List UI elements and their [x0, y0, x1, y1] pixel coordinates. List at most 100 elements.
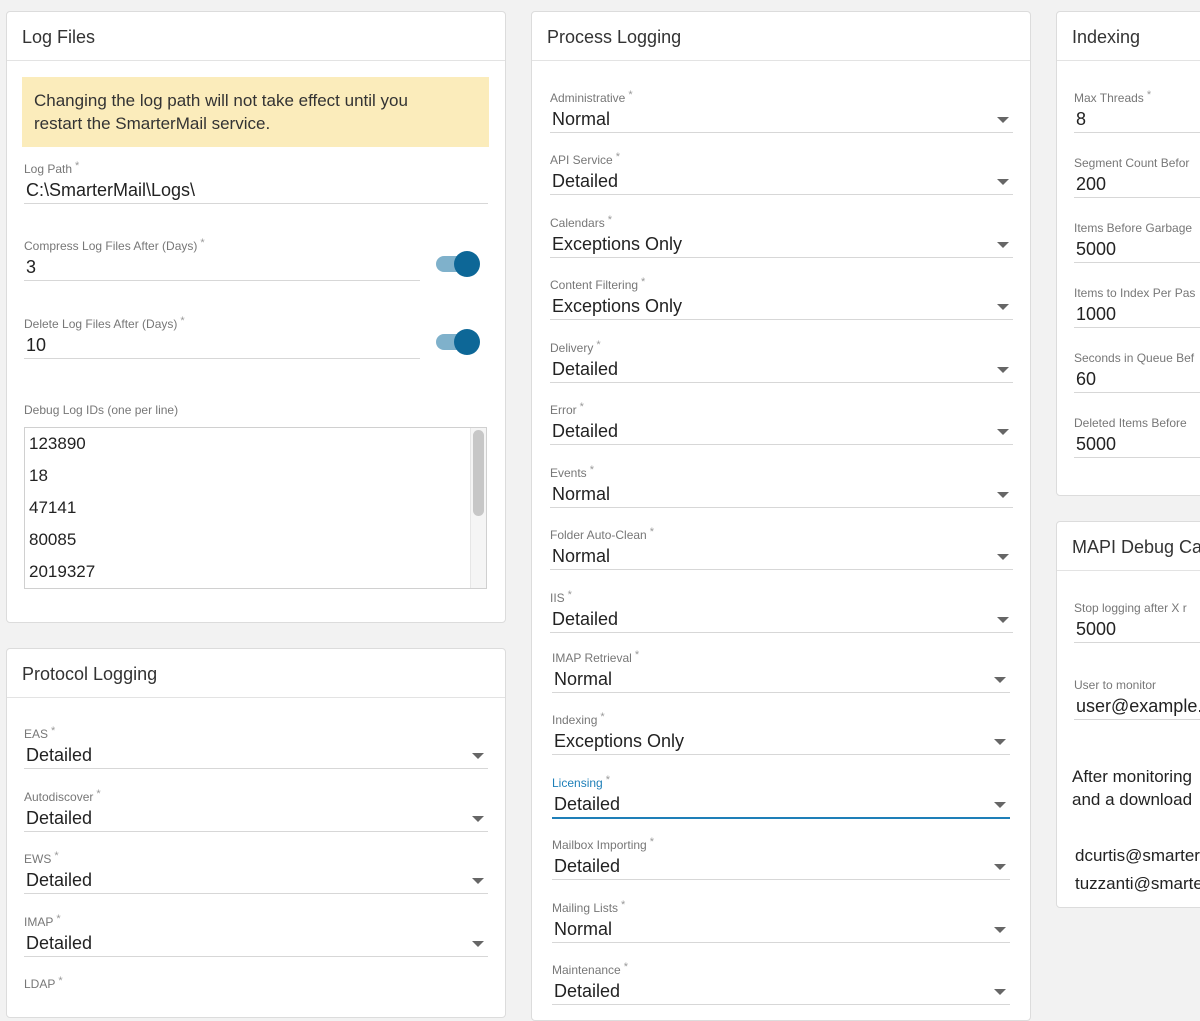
imap-select[interactable]: IMAP * Detailed — [24, 913, 488, 957]
max-threads-field[interactable]: Max Threads * 8 — [1074, 89, 1200, 133]
mailbox-importing-label: Mailbox Importing * — [552, 836, 654, 852]
seconds-in-queue-field[interactable]: Seconds in Queue Bef 60 — [1074, 350, 1200, 393]
delivery-label: Delivery * — [550, 339, 601, 355]
content-filtering-select[interactable]: Content Filtering * Exceptions Only — [550, 276, 1013, 320]
ews-select[interactable]: EWS * Detailed — [24, 850, 488, 894]
indexing-select[interactable]: Indexing * Exceptions Only — [552, 711, 1010, 755]
segment-count-field[interactable]: Segment Count Befor 200 — [1074, 155, 1200, 198]
mailing-lists-select[interactable]: Mailing Lists * Normal — [552, 899, 1010, 943]
items-per-pass-label: Items to Index Per Pas — [1074, 286, 1196, 300]
events-select[interactable]: Events * Normal — [550, 464, 1013, 508]
process-logging-title: Process Logging — [532, 12, 1030, 61]
licensing-label: Licensing * — [552, 774, 610, 790]
error-value[interactable]: Detailed — [550, 418, 1013, 445]
delete-days-input[interactable]: 10 — [24, 332, 420, 359]
administrative-label: Administrative * — [550, 89, 633, 105]
iis-label: IIS * — [550, 589, 572, 605]
list-item[interactable]: dcurtis@smarter — [1075, 842, 1200, 870]
debug-id-line: 80085 — [29, 530, 77, 549]
max-threads-input[interactable]: 8 — [1074, 106, 1200, 133]
debug-id-line: 2019327 — [29, 562, 96, 581]
delete-days-label: Delete Log Files After (Days) * — [24, 315, 185, 331]
chevron-down-icon — [472, 941, 484, 947]
seconds-in-queue-input[interactable]: 60 — [1074, 366, 1200, 393]
debug-id-line: 123890 — [29, 434, 86, 453]
user-monitor-field[interactable]: User to monitor user@example.c — [1074, 677, 1200, 720]
api-service-select[interactable]: API Service * Detailed — [550, 151, 1013, 195]
autodiscover-select[interactable]: Autodiscover * Detailed — [24, 788, 488, 832]
chevron-down-icon — [994, 989, 1006, 995]
user-monitor-label: User to monitor — [1074, 678, 1157, 692]
chevron-down-icon — [997, 429, 1009, 435]
chevron-down-icon — [994, 739, 1006, 745]
api-service-value[interactable]: Detailed — [550, 168, 1013, 195]
textarea-scrollbar[interactable] — [470, 428, 486, 588]
content-filtering-value[interactable]: Exceptions Only — [550, 293, 1013, 320]
folder-auto-clean-value[interactable]: Normal — [550, 543, 1013, 570]
mailbox-importing-select[interactable]: Mailbox Importing * Detailed — [552, 836, 1010, 880]
calendars-value[interactable]: Exceptions Only — [550, 231, 1013, 258]
chevron-down-icon — [997, 554, 1009, 560]
stop-logging-field[interactable]: Stop logging after X r 5000 — [1074, 600, 1200, 643]
compress-days-label: Compress Log Files After (Days) * — [24, 237, 205, 253]
deleted-items-field[interactable]: Deleted Items Before 5000 — [1074, 415, 1200, 458]
process-logging-card: Process Logging Administrative * Normal A… — [531, 11, 1031, 1021]
folder-auto-clean-select[interactable]: Folder Auto-Clean * Normal — [550, 526, 1013, 570]
calendars-select[interactable]: Calendars * Exceptions Only — [550, 214, 1013, 258]
api-service-label: API Service * — [550, 151, 620, 167]
log-path-input[interactable]: C:\SmarterMail\Logs\ — [24, 177, 488, 204]
imap-label: IMAP * — [24, 913, 61, 929]
chevron-down-icon — [472, 816, 484, 822]
deleted-items-input[interactable]: 5000 — [1074, 431, 1200, 458]
imap-retrieval-select[interactable]: IMAP Retrieval * Normal — [552, 649, 1010, 693]
ews-value[interactable]: Detailed — [24, 867, 488, 894]
chevron-down-icon — [997, 242, 1009, 248]
licensing-select[interactable]: Licensing * Detailed — [552, 774, 1010, 819]
iis-select[interactable]: IIS * Detailed — [550, 589, 1013, 633]
chevron-down-icon — [994, 927, 1006, 933]
ldap-select[interactable]: LDAP * — [24, 975, 488, 992]
compress-toggle[interactable] — [436, 251, 480, 277]
user-monitor-input[interactable]: user@example.c — [1074, 693, 1200, 720]
scrollbar-thumb[interactable] — [473, 430, 484, 516]
indexing-value[interactable]: Exceptions Only — [552, 728, 1010, 755]
compress-days-input[interactable]: 3 — [24, 254, 420, 281]
delivery-select[interactable]: Delivery * Detailed — [550, 339, 1013, 383]
events-value[interactable]: Normal — [550, 481, 1013, 508]
log-path-field[interactable]: Log Path * C:\SmarterMail\Logs\ — [24, 160, 488, 204]
items-before-garbage-field[interactable]: Items Before Garbage 5000 — [1074, 220, 1200, 263]
delete-days-field[interactable]: Delete Log Files After (Days) * 10 — [24, 315, 420, 359]
folder-auto-clean-label: Folder Auto-Clean * — [550, 526, 655, 542]
iis-value[interactable]: Detailed — [550, 606, 1013, 633]
eas-value[interactable]: Detailed — [24, 742, 488, 769]
administrative-value[interactable]: Normal — [550, 106, 1013, 133]
licensing-value[interactable]: Detailed — [552, 791, 1010, 819]
debug-id-line: 47141 — [29, 498, 77, 517]
chevron-down-icon — [994, 802, 1006, 808]
seconds-in-queue-label: Seconds in Queue Bef — [1074, 351, 1195, 365]
imap-value[interactable]: Detailed — [24, 930, 488, 957]
error-select[interactable]: Error * Detailed — [550, 401, 1013, 445]
compress-days-field[interactable]: Compress Log Files After (Days) * 3 — [24, 237, 420, 281]
items-before-garbage-input[interactable]: 5000 — [1074, 236, 1200, 263]
list-item[interactable]: tuzzanti@smarte — [1075, 870, 1200, 898]
maintenance-select[interactable]: Maintenance * Detailed — [552, 961, 1010, 1005]
delivery-value[interactable]: Detailed — [550, 356, 1013, 383]
autodiscover-value[interactable]: Detailed — [24, 805, 488, 832]
mailing-lists-value[interactable]: Normal — [552, 916, 1010, 943]
chevron-down-icon — [997, 179, 1009, 185]
calendars-label: Calendars * — [550, 214, 612, 230]
delete-toggle[interactable] — [436, 329, 480, 355]
debug-ids-textarea[interactable]: 123890 18 47141 80085 2019327 — [24, 427, 487, 589]
mailing-lists-label: Mailing Lists * — [552, 899, 626, 915]
maintenance-value[interactable]: Detailed — [552, 978, 1010, 1005]
mailbox-importing-value[interactable]: Detailed — [552, 853, 1010, 880]
segment-count-input[interactable]: 200 — [1074, 171, 1200, 198]
items-per-pass-field[interactable]: Items to Index Per Pas 1000 — [1074, 285, 1200, 328]
items-per-pass-input[interactable]: 1000 — [1074, 301, 1200, 328]
imap-retrieval-value[interactable]: Normal — [552, 666, 1010, 693]
mapi-note: After monitoring and a download — [1072, 765, 1192, 811]
stop-logging-input[interactable]: 5000 — [1074, 616, 1200, 643]
administrative-select[interactable]: Administrative * Normal — [550, 89, 1013, 133]
eas-select[interactable]: EAS * Detailed — [24, 725, 488, 769]
